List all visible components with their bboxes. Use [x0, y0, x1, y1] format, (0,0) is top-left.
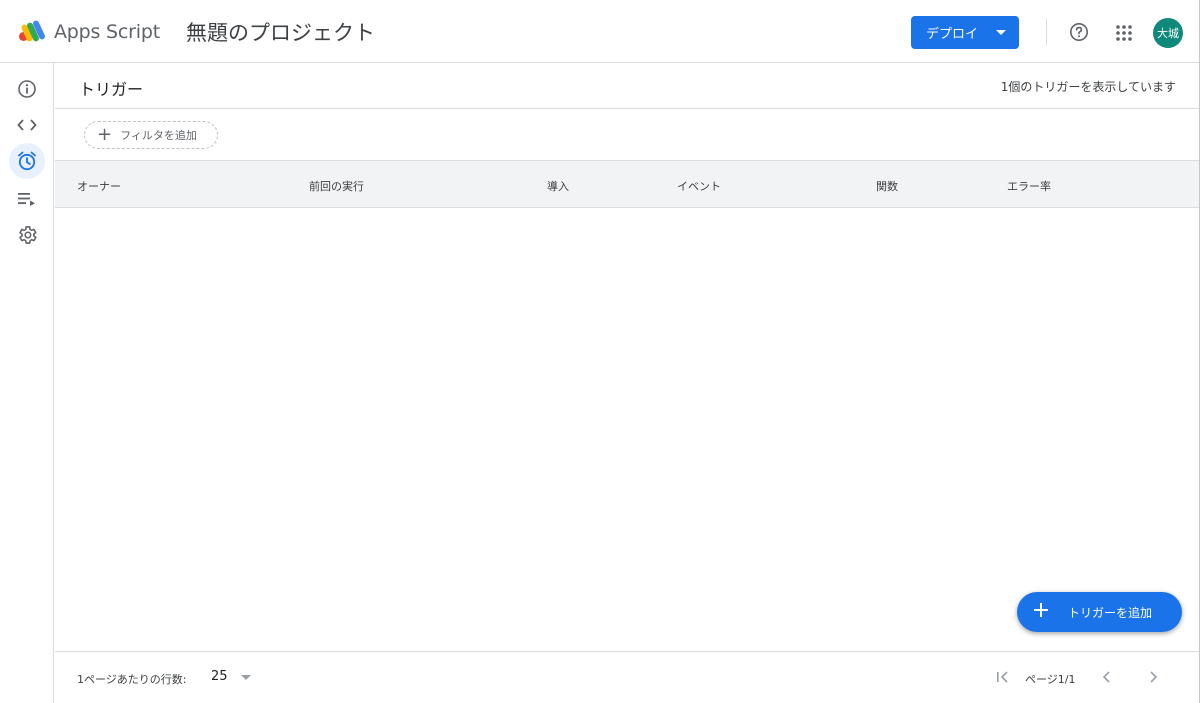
add-trigger-button[interactable]: トリガーを追加 — [1017, 592, 1182, 632]
nav-triggers[interactable] — [9, 143, 45, 179]
left-nav — [0, 63, 54, 703]
add-filter-label: フィルタを追加 — [120, 129, 197, 142]
rows-per-page-select[interactable]: 25 — [209, 667, 255, 687]
column-header-owner[interactable]: オーナー — [77, 178, 121, 194]
nav-editor[interactable] — [8, 107, 46, 143]
deploy-button-label: デプロイ — [926, 27, 979, 42]
avatar[interactable]: 大城 — [1153, 18, 1183, 48]
add-filter-button[interactable]: + フィルタを追加 — [84, 121, 218, 149]
gear-icon — [19, 226, 37, 244]
column-header-error-rate[interactable]: エラー率 — [1007, 178, 1051, 194]
code-icon — [17, 119, 37, 131]
rows-per-page-label: 1ページあたりの行数: — [77, 673, 187, 686]
app-window: Apps Script 無題のプロジェクト デプロイ 大城 トリガー 1個のトリ… — [0, 0, 1200, 703]
project-title[interactable]: 無題のプロジェクト — [186, 17, 375, 47]
deploy-button[interactable]: デプロイ — [911, 16, 1019, 49]
alarm-clock-icon — [18, 151, 36, 171]
column-header-deployment[interactable]: 導入 — [547, 178, 569, 194]
plus-icon — [1034, 603, 1048, 617]
apps-script-logo-icon[interactable] — [18, 18, 48, 46]
table-header: オーナー 前回の実行 導入 イベント 関数 エラー率 — [55, 160, 1200, 208]
table-footer: 1ページあたりの行数: 25 ページ1/1 — [55, 651, 1200, 703]
help-icon[interactable] — [1069, 22, 1089, 42]
chevron-down-icon — [241, 675, 251, 680]
header-divider — [1046, 19, 1047, 45]
column-header-event[interactable]: イベント — [677, 178, 721, 194]
apps-grid-icon[interactable] — [1115, 24, 1133, 42]
top-bar: Apps Script 無題のプロジェクト デプロイ 大城 — [0, 0, 1200, 63]
title-divider — [55, 108, 1200, 109]
triggers-panel: トリガー 1個のトリガーを表示しています + フィルタを追加 オーナー 前回の実… — [55, 63, 1200, 703]
add-trigger-label: トリガーを追加 — [1068, 606, 1153, 620]
brand-name[interactable]: Apps Script — [54, 21, 160, 43]
chevron-left-icon[interactable] — [1099, 669, 1115, 685]
nav-executions[interactable] — [8, 181, 46, 217]
executions-icon — [18, 193, 35, 206]
column-header-last-run[interactable]: 前回の実行 — [309, 178, 364, 194]
avatar-text: 大城 — [1157, 27, 1179, 40]
trigger-count-text: 1個のトリガーを表示しています — [1000, 80, 1176, 94]
page-title: トリガー — [79, 80, 144, 99]
nav-settings[interactable] — [8, 217, 46, 253]
chevron-down-icon — [996, 30, 1006, 35]
chevron-right-icon[interactable] — [1145, 669, 1161, 685]
column-header-function[interactable]: 関数 — [876, 178, 898, 194]
first-page-icon[interactable] — [995, 669, 1011, 685]
page-indicator: ページ1/1 — [1025, 673, 1076, 686]
info-icon — [18, 80, 36, 98]
rows-per-page-value: 25 — [211, 669, 228, 684]
plus-icon: + — [97, 123, 113, 145]
nav-overview[interactable] — [8, 71, 46, 107]
